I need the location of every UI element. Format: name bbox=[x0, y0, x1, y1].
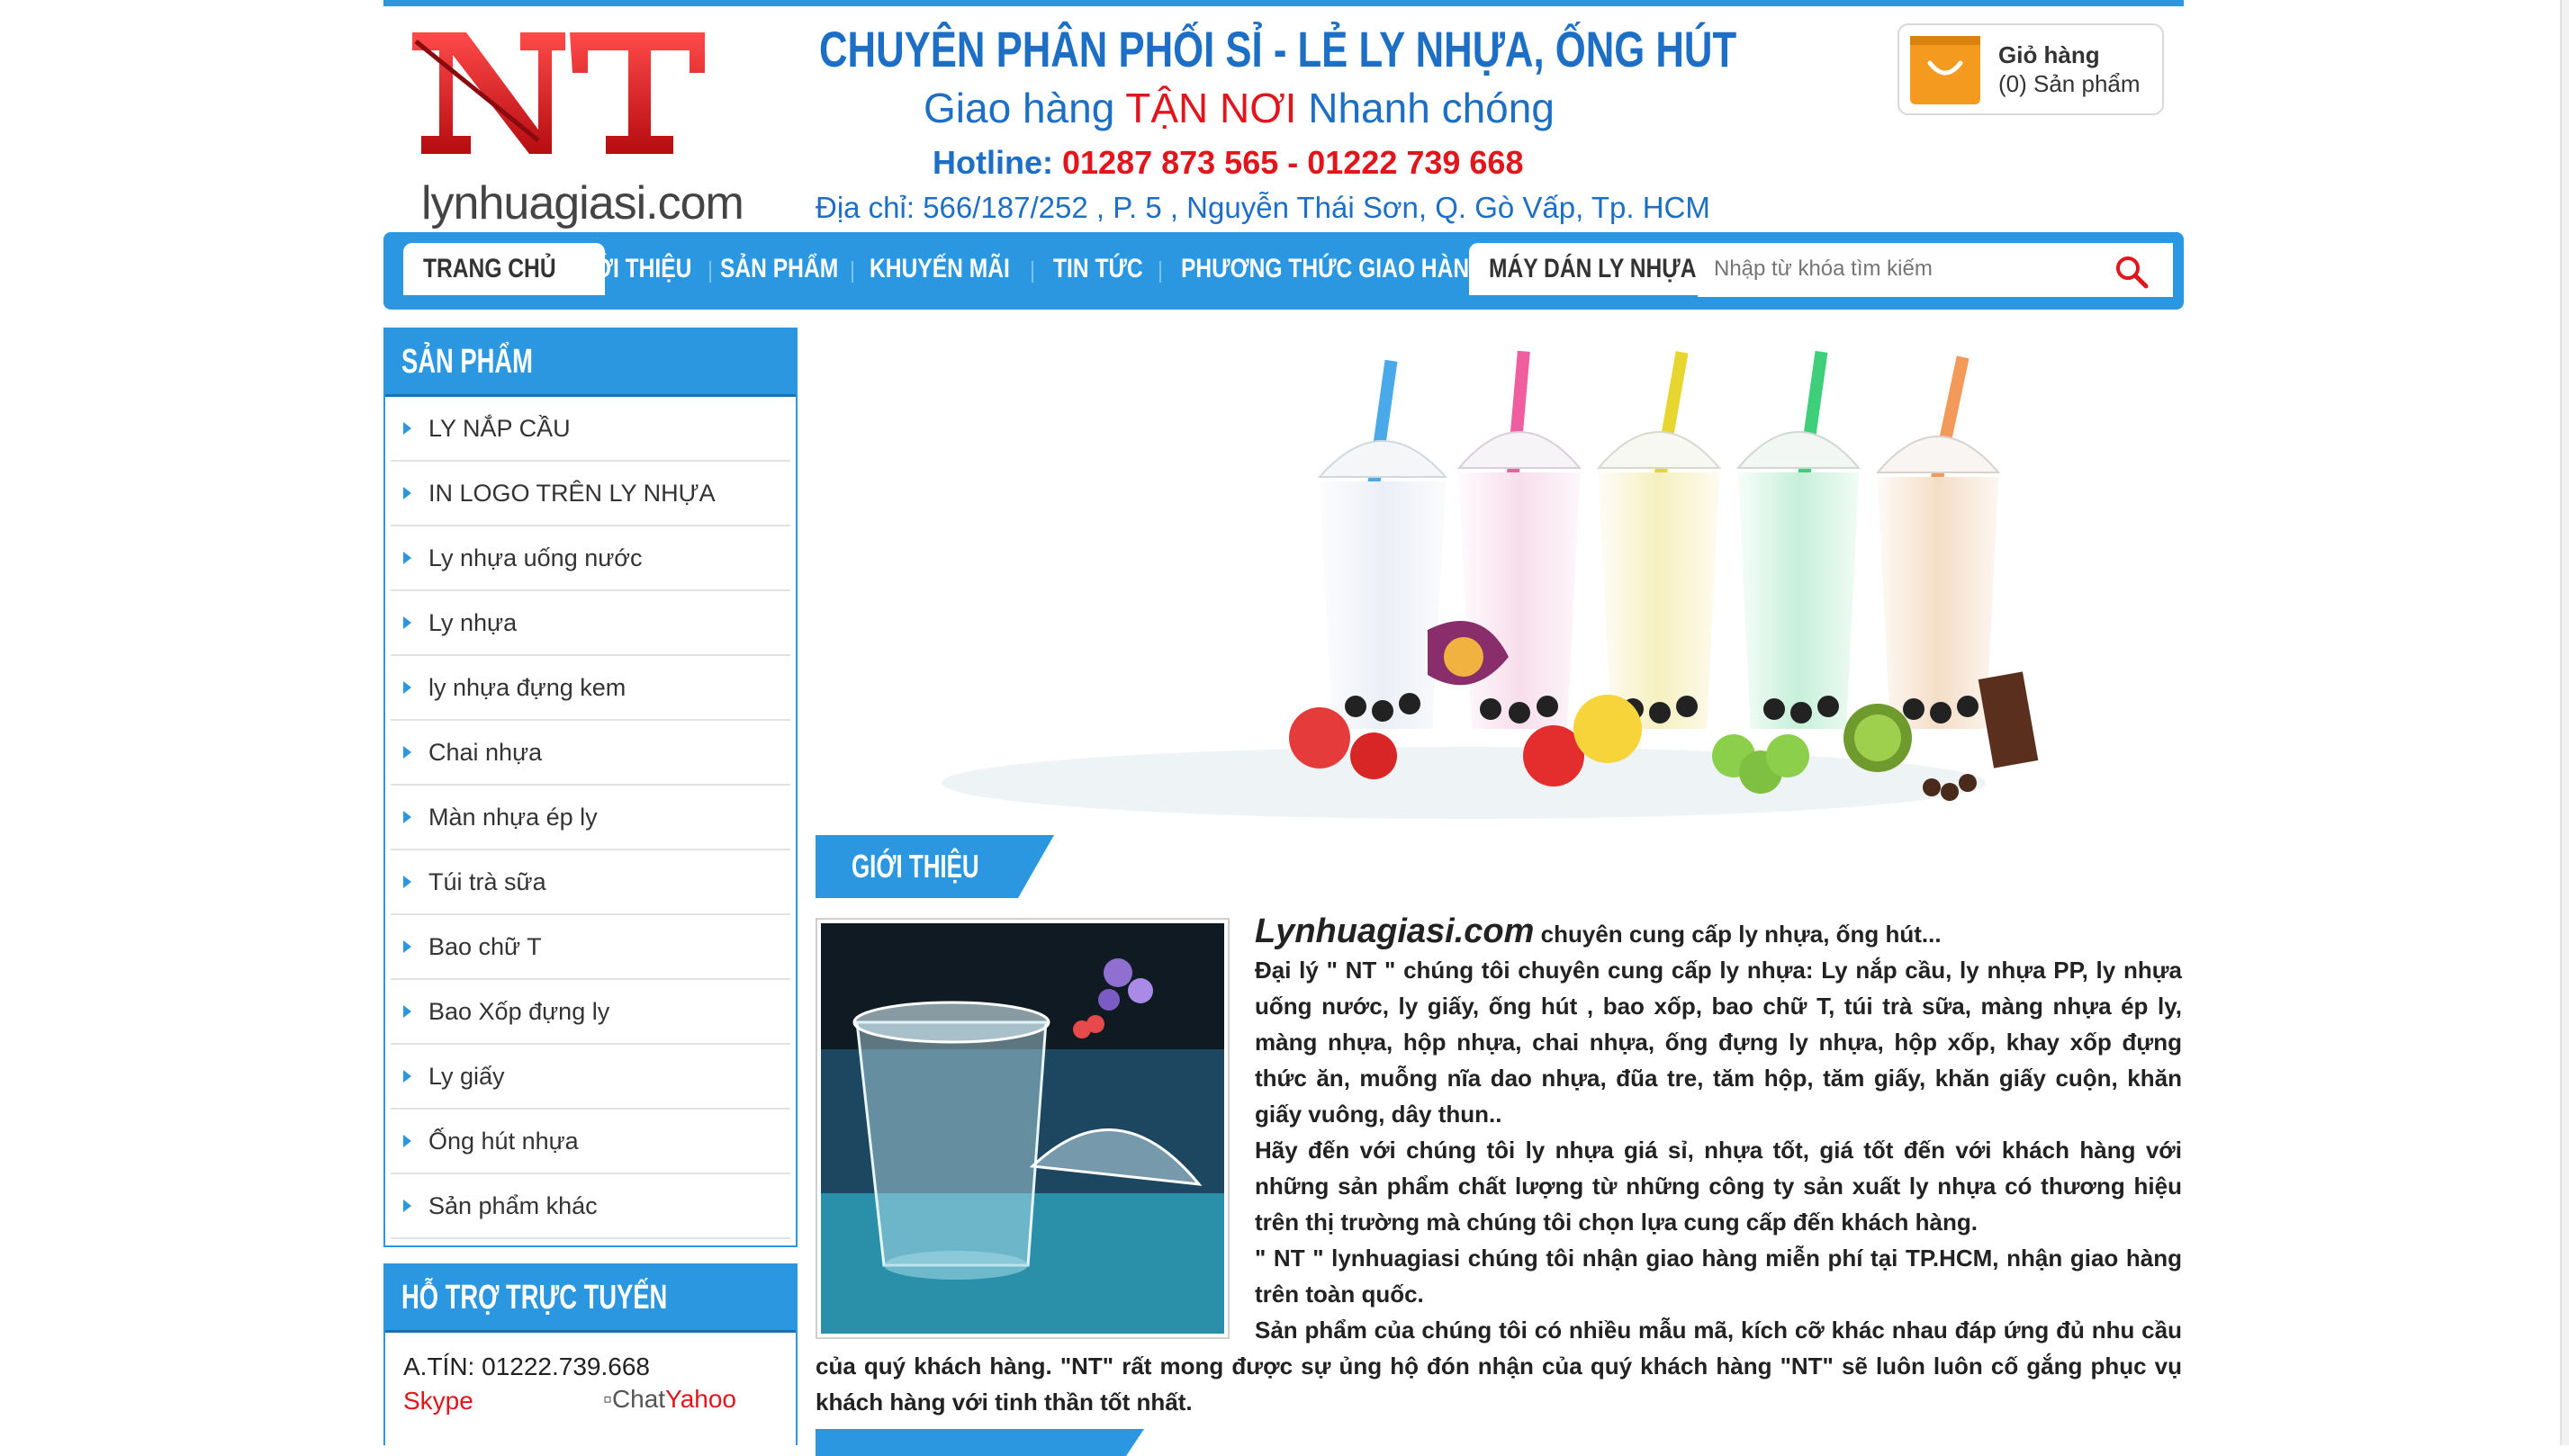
cup-1 bbox=[1317, 359, 1448, 729]
main-nav: TRANG CHỦ GIỚI THIỆU SẢN PHẨM KHUYẾN MÃI… bbox=[383, 232, 2184, 310]
broken-image-icon: ▫ bbox=[603, 1385, 612, 1413]
arrow-right-icon bbox=[403, 1070, 411, 1083]
intro-text: Lynhuagiasi.com chuyên cung cấp ly nhựa,… bbox=[816, 913, 2182, 1420]
arrow-right-icon bbox=[403, 746, 411, 759]
delivery-prefix: Giao hàng bbox=[924, 85, 1115, 131]
arrow-right-icon bbox=[403, 552, 411, 564]
category-item[interactable]: IN LOGO TRÊN LY NHỰA bbox=[391, 462, 790, 526]
logo-nt-mark bbox=[412, 32, 705, 154]
cup-4 bbox=[1735, 350, 1861, 729]
delivery-highlight: TẬN NƠI bbox=[1125, 85, 1297, 131]
category-item[interactable]: Chai nhựa bbox=[391, 721, 790, 786]
category-item[interactable]: Bao chữ T bbox=[391, 915, 790, 980]
sidebar-products-title: SẢN PHẨM bbox=[385, 329, 796, 397]
category-item[interactable]: Bao Xốp đựng ly bbox=[391, 980, 790, 1045]
brand-name: Lynhuagiasi.com bbox=[1255, 912, 1535, 950]
hotline: Hotline: 01287 873 565 - 01222 739 668 bbox=[933, 144, 1523, 182]
arrow-right-icon bbox=[403, 1200, 411, 1212]
top-accent-line bbox=[383, 0, 2184, 6]
cart-title: Giỏ hàng bbox=[1998, 41, 2100, 68]
nav-promotions[interactable]: KHUYẾN MÃI bbox=[850, 243, 1060, 295]
search-input[interactable] bbox=[1698, 243, 2094, 295]
category-item[interactable]: Màn nhựa ép ly bbox=[391, 786, 790, 850]
category-item[interactable]: ly nhựa đựng kem bbox=[391, 656, 790, 721]
sidebar-support-title: HỖ TRỢ TRỰC TUYẾN bbox=[385, 1265, 796, 1333]
hotline-numbers: 01287 873 565 - 01222 739 668 bbox=[1062, 144, 1524, 181]
arrow-right-icon bbox=[403, 876, 411, 888]
section-title-next bbox=[816, 1429, 1144, 1456]
search-box bbox=[1698, 243, 2173, 297]
support-chat-row: Skype ▫ChatYahoo bbox=[385, 1381, 796, 1423]
sidebar-products: SẢN PHẨM LY NẮP CẦU IN LOGO TRÊN LY NHỰA… bbox=[383, 328, 798, 1247]
category-item[interactable]: Ly giấy bbox=[391, 1045, 790, 1110]
category-item[interactable]: Ống hút nhựa bbox=[391, 1110, 790, 1174]
arrow-right-icon bbox=[403, 616, 411, 629]
page-scrollbar[interactable] bbox=[2560, 0, 2569, 1445]
section-title-intro: GIỚI THIỆU bbox=[816, 835, 1054, 898]
category-item[interactable]: Sản phẩm khác bbox=[391, 1174, 790, 1239]
cart-widget[interactable]: Giỏ hàng (0) Sản phẩm bbox=[1897, 23, 2164, 115]
category-item[interactable]: Ly nhựa bbox=[391, 591, 790, 656]
arrow-right-icon bbox=[403, 811, 411, 823]
arrow-right-icon bbox=[403, 1005, 411, 1018]
arrow-right-icon bbox=[403, 1135, 411, 1147]
search-icon[interactable] bbox=[2114, 254, 2150, 290]
logo-domain: lynhuagiasi.com bbox=[421, 177, 744, 229]
arrow-right-icon bbox=[403, 681, 411, 694]
sidebar-support: HỖ TRỢ TRỰC TUYẾN A.TÍN: 01222.739.668 S… bbox=[383, 1263, 798, 1445]
category-item[interactable]: Túi trà sữa bbox=[391, 850, 790, 915]
arrow-right-icon bbox=[403, 422, 411, 435]
cup-5 bbox=[1875, 355, 2001, 729]
category-list: LY NẮP CẦU IN LOGO TRÊN LY NHỰA Ly nhựa … bbox=[385, 397, 796, 1239]
arrow-right-icon bbox=[403, 940, 411, 953]
banner-bubble-tea-image bbox=[942, 350, 2039, 819]
skype-link[interactable]: Skype bbox=[403, 1387, 473, 1416]
store-address: Địa chỉ: 566/187/252 , P. 5 , Nguyễn Thá… bbox=[816, 191, 1710, 224]
cart-count: (0) Sản phẩm bbox=[1998, 70, 2141, 97]
site-logo[interactable]: lynhuagiasi.com bbox=[403, 23, 744, 229]
header-slogan: CHUYÊN PHÂN PHỐI SỈ - LẺ LY NHỰA, ỐNG HÚ… bbox=[819, 21, 1737, 77]
yahoo-chat-link[interactable]: ▫ChatYahoo bbox=[603, 1385, 736, 1414]
arrow-right-icon bbox=[403, 487, 411, 499]
shopping-bag-icon bbox=[1910, 36, 1980, 104]
hotline-label: Hotline: bbox=[933, 144, 1053, 181]
page-wrapper: lynhuagiasi.com CHUYÊN PHÂN PHỐI SỈ - LẺ… bbox=[383, 0, 2184, 1456]
delivery-suffix: Nhanh chóng bbox=[1308, 85, 1555, 131]
category-item[interactable]: LY NẮP CẦU bbox=[391, 397, 790, 462]
support-contact: A.TÍN: 01222.739.668 bbox=[403, 1353, 650, 1380]
delivery-slogan: Giao hàng TẬN NƠI Nhanh chóng bbox=[924, 84, 1555, 132]
cup-3 bbox=[1596, 351, 1722, 729]
category-item[interactable]: Ly nhựa uống nước bbox=[391, 526, 790, 591]
